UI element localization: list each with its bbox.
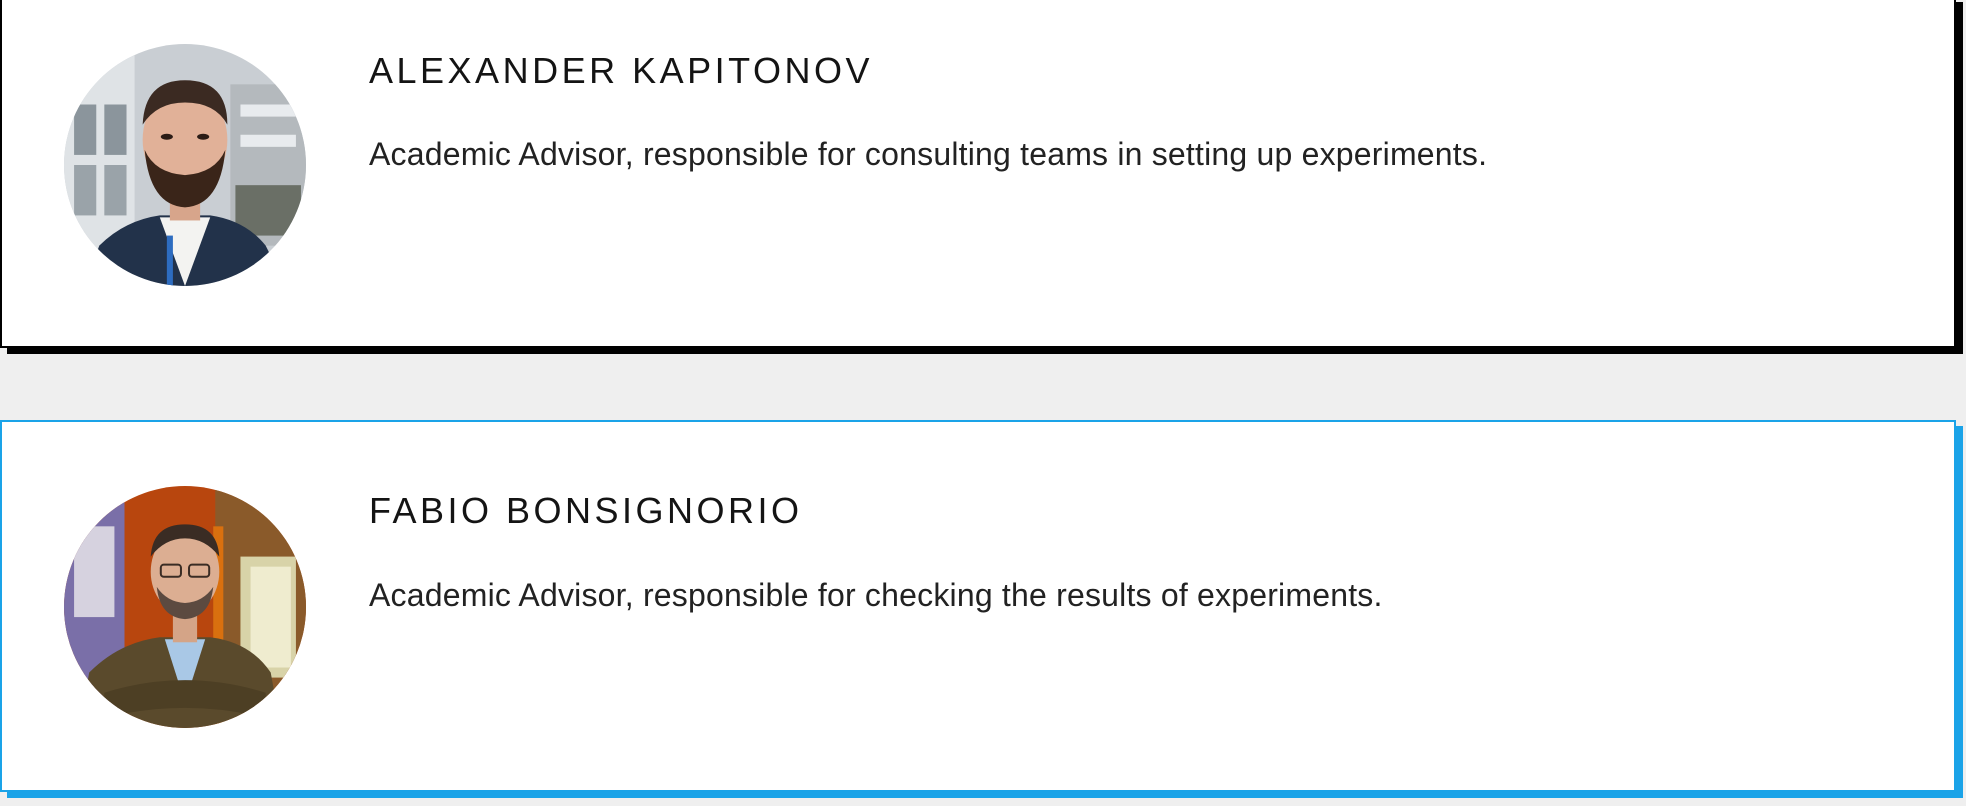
advisor-card-alexander-kapitonov: ALEXANDER KAPITONOV Academic Advisor, re… <box>0 0 1956 348</box>
advisors-page: ALEXANDER KAPITONOV Academic Advisor, re… <box>0 0 1966 806</box>
advisor-card-fabio-bonsignorio: FABIO BONSIGNORIO Academic Advisor, resp… <box>0 420 1956 792</box>
avatar <box>64 486 306 728</box>
avatar <box>64 44 306 286</box>
advisor-name: FABIO BONSIGNORIO <box>369 490 803 531</box>
advisor-name: ALEXANDER KAPITONOV <box>369 50 873 91</box>
advisor-description: Academic Advisor, responsible for consul… <box>369 136 1488 172</box>
portrait-photo-icon <box>64 44 306 286</box>
advisor-description: Academic Advisor, responsible for checki… <box>369 577 1383 613</box>
portrait-photo-icon <box>64 486 306 728</box>
